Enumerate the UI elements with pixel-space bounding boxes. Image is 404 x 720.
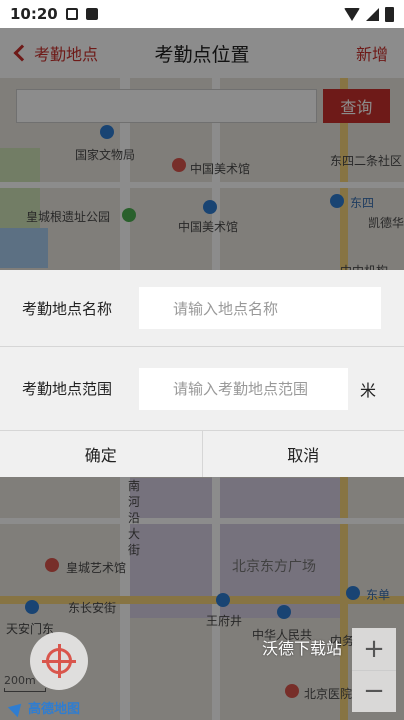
range-input[interactable]: 请输入考勤地点范围 bbox=[139, 367, 348, 410]
map-logo: 高德地图 bbox=[7, 698, 81, 717]
name-label: 考勤地点名称 bbox=[22, 299, 113, 318]
status-bar: 10:20 bbox=[0, 0, 404, 28]
map-scale: 200m bbox=[4, 674, 46, 692]
cancel-button[interactable]: 取消 bbox=[201, 431, 404, 477]
wifi-icon bbox=[344, 7, 360, 21]
status-icons bbox=[344, 6, 394, 22]
crosshair-icon bbox=[42, 644, 76, 678]
range-unit: 米 bbox=[360, 380, 377, 400]
status-time: 10:20 bbox=[10, 5, 58, 23]
name-input[interactable]: 请输入地点名称 bbox=[139, 287, 381, 329]
amap-logo-icon bbox=[7, 698, 27, 717]
dialog-buttons: 确定 取消 bbox=[0, 431, 404, 477]
locate-button[interactable] bbox=[30, 632, 88, 690]
signal-icon bbox=[366, 7, 379, 21]
zoom-control: + − bbox=[352, 628, 396, 712]
range-row: 考勤地点范围 请输入考勤地点范围 米 bbox=[0, 347, 404, 431]
scale-label: 200m bbox=[4, 674, 36, 687]
battery-icon bbox=[385, 6, 394, 22]
range-label: 考勤地点范围 bbox=[22, 380, 113, 398]
logo-text: 高德地图 bbox=[28, 702, 81, 717]
confirm-button[interactable]: 确定 bbox=[0, 431, 202, 477]
scale-bar bbox=[4, 688, 46, 692]
name-row: 考勤地点名称 请输入地点名称 bbox=[0, 270, 404, 347]
zoom-out-button[interactable]: − bbox=[352, 669, 396, 713]
add-location-dialog: 考勤地点名称 请输入地点名称 考勤地点范围 请输入考勤地点范围 米 确定 取消 bbox=[0, 270, 404, 477]
watermark: 沃德下载站 bbox=[262, 639, 343, 658]
notification-square-icon bbox=[85, 8, 98, 20]
notification-a-icon bbox=[65, 8, 78, 20]
zoom-in-button[interactable]: + bbox=[352, 628, 396, 670]
